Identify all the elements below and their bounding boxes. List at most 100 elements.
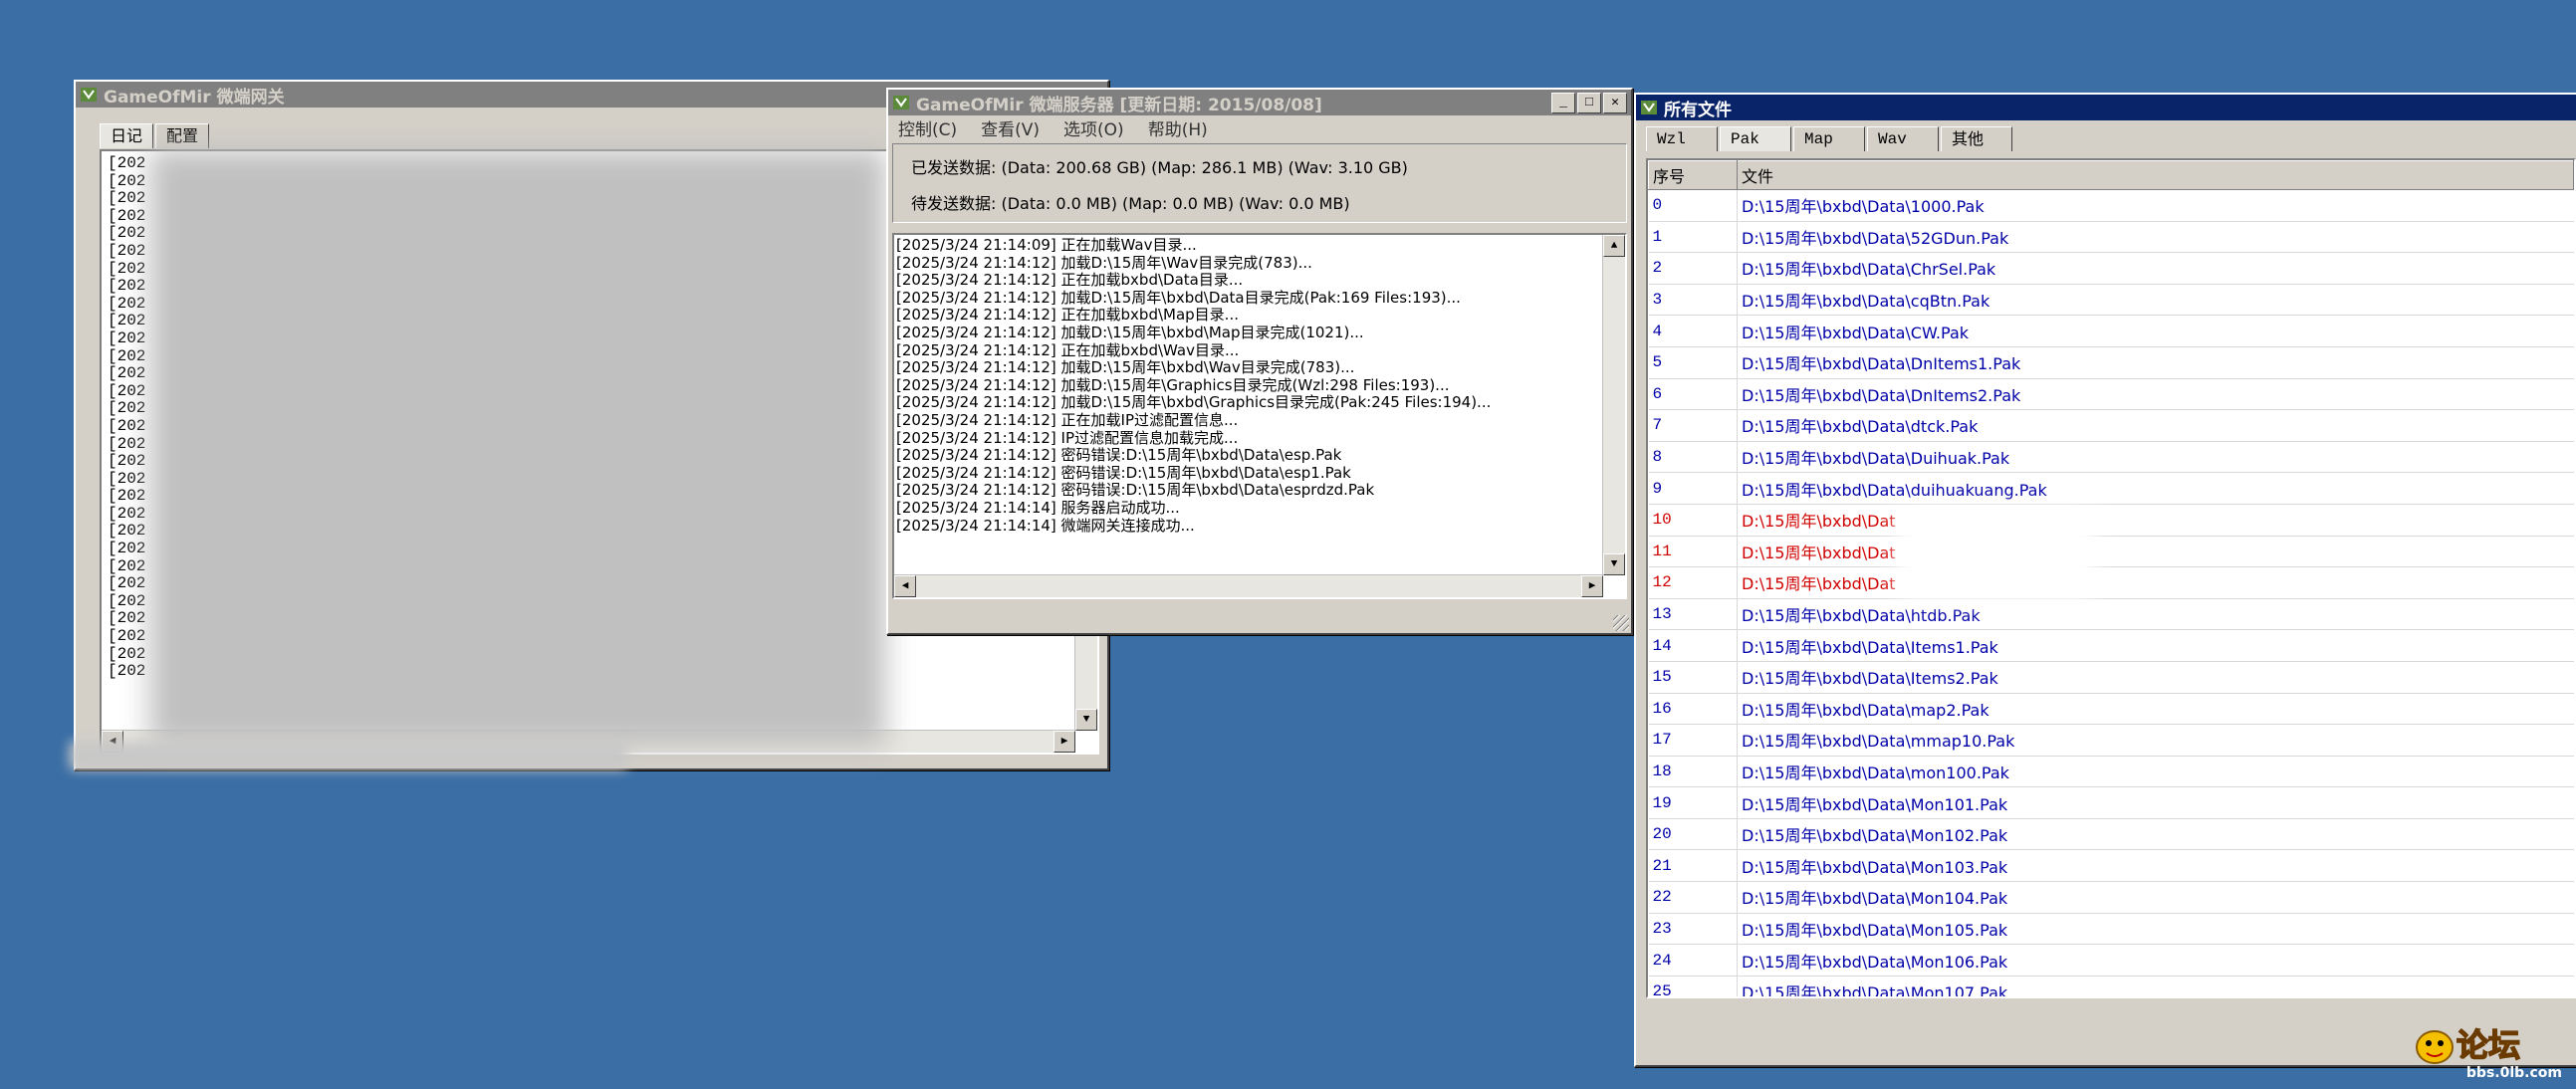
log-line: [2025/3/24 21:14:14] 服务器启动成功... [896, 498, 1180, 517]
tab-wav[interactable]: Wav [1867, 126, 1939, 151]
col-file-header[interactable]: 文件 [1737, 160, 2574, 190]
row-file-path: D:\15周年\bxbd\Data\Mon102.Pak [1737, 818, 2574, 851]
row-index: 19 [1648, 786, 1738, 819]
menu-help[interactable]: 帮助(H) [1148, 115, 1208, 140]
server-titlebar[interactable]: GameOfMir 微端服务器 [更新日期: 2015/08/08] _ □ ✕ [888, 90, 1631, 115]
tab-wzl[interactable]: Wzl [1646, 126, 1718, 151]
table-row[interactable]: 8 D:\15周年\bxbd\Data\Duihuak.Pak [1648, 441, 2574, 474]
tab-pak[interactable]: Pak [1720, 126, 1791, 151]
row-file-path: D:\15周年\bxbd\Data\ChrSel.Pak [1737, 252, 2574, 285]
table-row[interactable]: 5 D:\15周年\bxbd\Data\DnItems1.Pak [1648, 346, 2574, 379]
row-file-path: D:\15周年\bxbd\Dat [1737, 536, 2574, 568]
table-row[interactable]: 0 D:\15周年\bxbd\Data\1000.Pak [1648, 189, 2574, 222]
log-line: [2025/3/24 21:14:12] 密码错误:D:\15周年\bxbd\D… [896, 463, 1351, 482]
menu-control[interactable]: 控制(C) [898, 115, 957, 140]
menu-view[interactable]: 查看(V) [981, 115, 1040, 140]
file-table-header: 序号 文件 [1648, 160, 2574, 190]
tab-map[interactable]: Map [1793, 126, 1865, 151]
maximize-icon[interactable]: □ [1577, 92, 1601, 113]
scroll-right-icon[interactable]: ▶ [1581, 575, 1603, 597]
row-index: 18 [1648, 756, 1738, 788]
table-row[interactable]: 25 D:\15周年\bxbd\Data\Mon107.Pak [1648, 976, 2574, 996]
row-index: 22 [1648, 881, 1738, 914]
table-row[interactable]: 4 D:\15周年\bxbd\Data\CW.Pak [1648, 315, 2574, 347]
row-index: 5 [1648, 346, 1738, 379]
file-type-tabs: Wzl Pak Map Wav 其他 [1646, 126, 2014, 151]
scroll-right-icon[interactable]: ▶ [1054, 731, 1075, 753]
row-index: 9 [1648, 472, 1738, 505]
row-index: 14 [1648, 629, 1738, 662]
table-row[interactable]: 2 D:\15周年\bxbd\Data\ChrSel.Pak [1648, 252, 2574, 285]
table-row[interactable]: 13 D:\15周年\bxbd\Data\htdb.Pak [1648, 598, 2574, 631]
row-file-path: D:\15周年\bxbd\Data\Items2.Pak [1737, 661, 2574, 694]
server-log-list[interactable]: [2025/3/24 21:14:09] 正在加载Wav目录... [2025/3… [892, 233, 1627, 599]
row-index: 3 [1648, 284, 1738, 317]
minimize-icon[interactable]: _ [1551, 92, 1575, 113]
table-row[interactable]: 3 D:\15周年\bxbd\Data\cqBtn.Pak [1648, 284, 2574, 317]
menu-options[interactable]: 选项(O) [1063, 115, 1124, 140]
table-row[interactable]: 24 D:\15周年\bxbd\Data\Mon106.Pak [1648, 944, 2574, 977]
table-row[interactable]: 20 D:\15周年\bxbd\Data\Mon102.Pak [1648, 818, 2574, 851]
scroll-down-icon[interactable]: ▼ [1075, 709, 1097, 731]
row-file-path: D:\15周年\bxbd\Data\map2.Pak [1737, 693, 2574, 726]
log-line: [2025/3/24 21:14:12] 正在加载IP过滤配置信息... [896, 410, 1239, 429]
table-row[interactable]: 19 D:\15周年\bxbd\Data\Mon101.Pak [1648, 786, 2574, 819]
row-index: 25 [1648, 976, 1738, 996]
table-row[interactable]: 15 D:\15周年\bxbd\Data\Items2.Pak [1648, 661, 2574, 694]
table-row[interactable]: 11 D:\15周年\bxbd\Dat [1648, 536, 2574, 568]
row-file-path: D:\15周年\bxbd\Data\Mon104.Pak [1737, 881, 2574, 914]
table-row[interactable]: 7 D:\15周年\bxbd\Data\dtck.Pak [1648, 409, 2574, 442]
table-row[interactable]: 10 D:\15周年\bxbd\Dat [1648, 504, 2574, 537]
server-vscroll[interactable]: ▲ ▼ [1602, 235, 1625, 575]
tab-log[interactable]: 日记 [100, 123, 154, 148]
row-index: 21 [1648, 849, 1738, 883]
row-file-path: D:\15周年\bxbd\Data\1000.Pak [1737, 189, 2574, 222]
forum-logo: 论坛 [2413, 1025, 2562, 1065]
row-file-path: D:\15周年\bxbd\Data\52GDun.Pak [1737, 221, 2574, 254]
row-file-path: D:\15周年\bxbd\Data\Mon101.Pak [1737, 786, 2574, 819]
log-line: [2025/3/24 21:14:12] 密码错误:D:\15周年\bxbd\D… [896, 481, 1375, 500]
row-file-path: D:\15周年\bxbd\Data\Mon107.Pak [1737, 976, 2574, 996]
table-row[interactable]: 1 D:\15周年\bxbd\Data\52GDun.Pak [1648, 221, 2574, 254]
table-row[interactable]: 18 D:\15周年\bxbd\Data\mon100.Pak [1648, 756, 2574, 788]
redaction-blur-bottom [70, 742, 627, 769]
log-line: [2025/3/24 21:14:12] 密码错误:D:\15周年\bxbd\D… [896, 446, 1342, 465]
col-index-header[interactable]: 序号 [1648, 160, 1738, 190]
row-index: 4 [1648, 315, 1738, 347]
table-row[interactable]: 16 D:\15周年\bxbd\Data\map2.Pak [1648, 693, 2574, 726]
tab-other[interactable]: 其他 [1941, 126, 2012, 151]
forum-url: bbs.0lb.com [2465, 1065, 2562, 1081]
log-line: [2025/3/24 21:14:14] 微端网关连接成功... [896, 516, 1195, 535]
server-title: GameOfMir 微端服务器 [更新日期: 2015/08/08] [916, 95, 1322, 115]
row-file-path: D:\15周年\bxbd\Data\mon100.Pak [1737, 756, 2574, 788]
table-row[interactable]: 14 D:\15周年\bxbd\Data\Items1.Pak [1648, 629, 2574, 662]
server-hscroll[interactable]: ◀ ▶ [894, 574, 1603, 597]
row-file-path: D:\15周年\bxbd\Data\Mon103.Pak [1737, 849, 2574, 883]
redaction-blur-files [1897, 510, 2096, 599]
log-line: [2025/3/24 21:14:12] 加载D:\15周年\bxbd\Wav目… [896, 358, 1355, 377]
table-row[interactable]: 9 D:\15周年\bxbd\Data\duihuakuang.Pak [1648, 472, 2574, 505]
sent-stats: 已发送数据: (Data: 200.68 GB) (Map: 286.1 MB)… [911, 158, 1408, 177]
table-row[interactable]: 12 D:\15周年\bxbd\Dat [1648, 566, 2574, 599]
table-row[interactable]: 22 D:\15周年\bxbd\Data\Mon104.Pak [1648, 881, 2574, 914]
close-icon[interactable]: ✕ [1603, 92, 1627, 113]
table-row[interactable]: 23 D:\15周年\bxbd\Data\Mon105.Pak [1648, 913, 2574, 946]
scroll-left-icon[interactable]: ◀ [894, 575, 916, 597]
scroll-up-icon[interactable]: ▲ [1603, 235, 1625, 257]
table-row[interactable]: 21 D:\15周年\bxbd\Data\Mon103.Pak [1648, 849, 2574, 883]
row-index: 20 [1648, 818, 1738, 851]
gateway-title: GameOfMir 微端网关 [104, 87, 285, 108]
file-list[interactable]: 序号 文件 0 D:\15周年\bxbd\Data\1000.Pak 1 D:\15周… [1646, 158, 2576, 998]
stats-panel: 已发送数据: (Data: 200.68 GB) (Map: 286.1 MB)… [892, 143, 1627, 223]
row-index: 13 [1648, 598, 1738, 631]
row-file-path: D:\15周年\bxbd\Data\DnItems1.Pak [1737, 346, 2574, 379]
tab-config[interactable]: 配置 [155, 123, 210, 148]
scroll-down-icon[interactable]: ▼ [1603, 553, 1625, 575]
row-index: 1 [1648, 221, 1738, 254]
files-window: 所有文件 Wzl Pak Map Wav 其他 序号 文件 0 D:\15周年\b… [1634, 93, 2576, 1067]
size-grip-icon[interactable] [1613, 615, 1629, 631]
table-row[interactable]: 6 D:\15周年\bxbd\Data\DnItems2.Pak [1648, 378, 2574, 411]
table-row[interactable]: 17 D:\15周年\bxbd\Data\mmap10.Pak [1648, 724, 2574, 757]
files-titlebar[interactable]: 所有文件 [1636, 95, 2576, 120]
row-index: 17 [1648, 724, 1738, 757]
